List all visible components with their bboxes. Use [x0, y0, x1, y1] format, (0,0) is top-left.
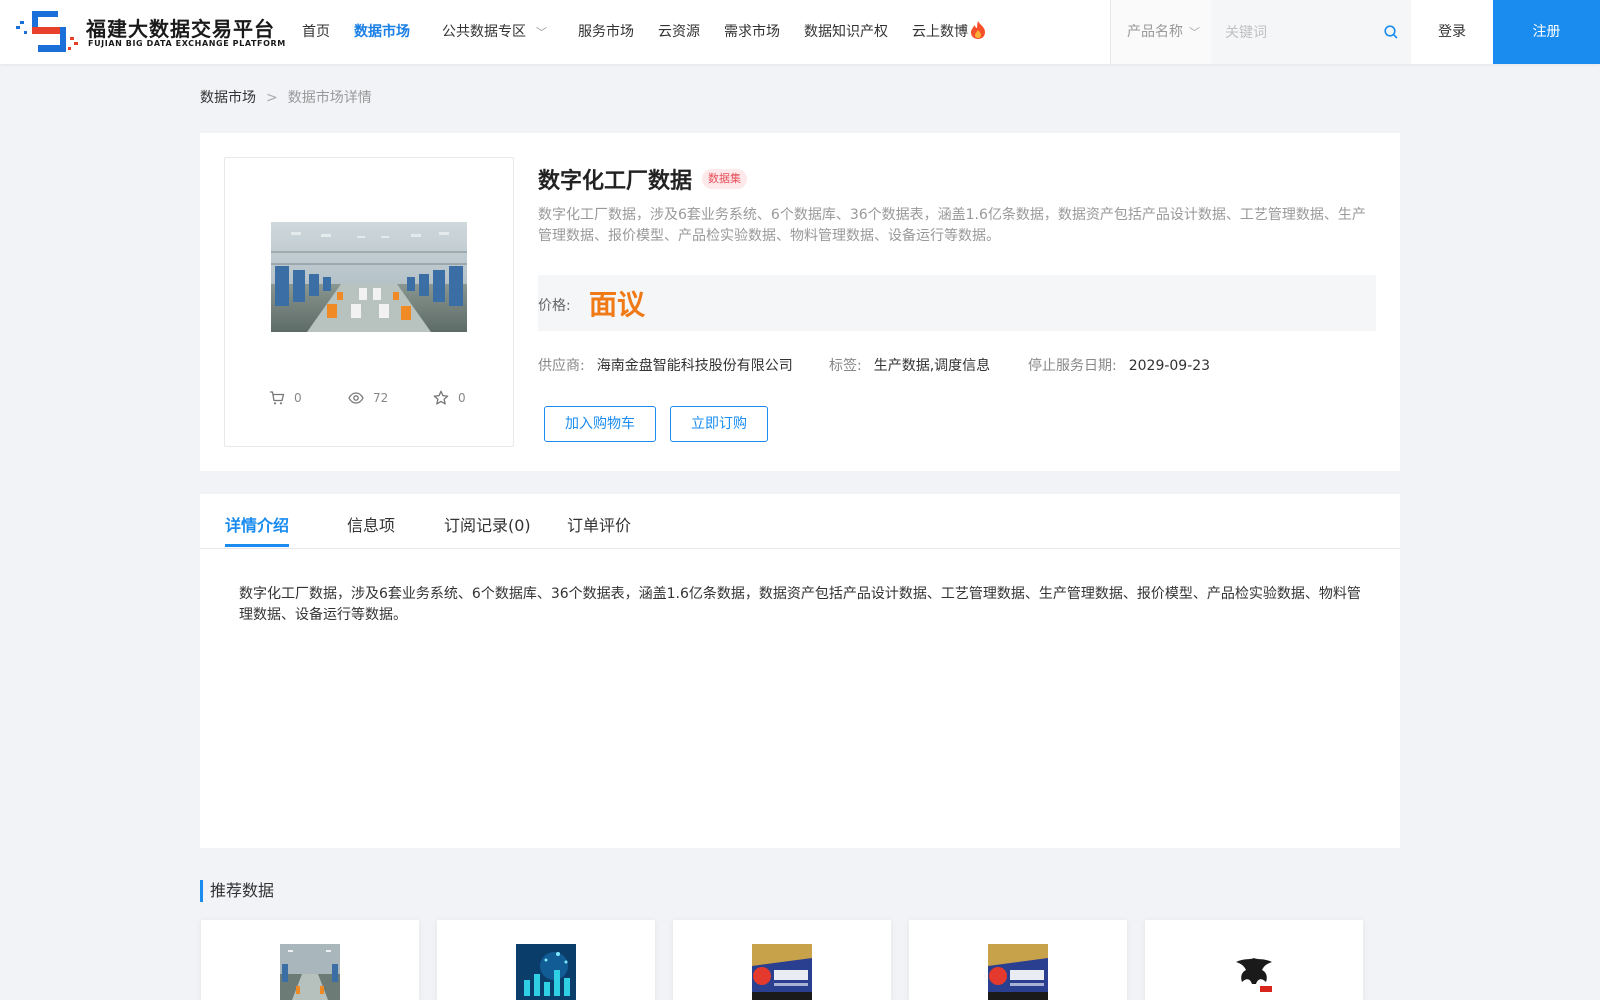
- end-date-value: 2029-09-23: [1128, 358, 1211, 374]
- breadcrumb-current: 数据市场详情: [287, 90, 372, 106]
- nav-service-market[interactable]: 服务市场: [578, 0, 634, 64]
- breadcrumb-data-market[interactable]: 数据市场: [200, 90, 256, 106]
- search-box: [1211, 0, 1411, 64]
- supplier-name: 海南金盘智能科技股份有限公司: [596, 358, 793, 374]
- tab-detail-intro[interactable]: 详情介绍: [225, 512, 289, 548]
- active-tab-indicator: [225, 544, 289, 547]
- dataset-badge: 数据集: [702, 169, 747, 189]
- tab-info-items[interactable]: 信息项: [347, 512, 395, 548]
- logo-title: 福建大数据交易平台: [86, 17, 275, 41]
- supplier-label: 供应商:: [538, 358, 585, 374]
- nav-cloud-resources-label: 云资源: [658, 24, 700, 40]
- site-logo[interactable]: 福建大数据交易平台 FUJIAN BIG DATA EXCHANGE PLATF…: [16, 9, 285, 55]
- tags-value: 生产数据,调度信息: [873, 358, 991, 374]
- nav-data-ip[interactable]: 数据知识产权: [804, 0, 888, 64]
- recommend-title: 推荐数据: [200, 880, 274, 902]
- tab-subscription-records[interactable]: 订阅记录(0): [444, 512, 531, 548]
- search-icon[interactable]: [1383, 24, 1399, 40]
- tags-label: 标签:: [829, 358, 862, 374]
- end-date-label: 停止服务日期:: [1028, 358, 1117, 374]
- product-card: 0 72 0 数字化工厂数据 数据集 数字化工厂数据，涉及6套业务系统、6个数据…: [200, 133, 1400, 471]
- favorite-count: 0: [458, 391, 466, 405]
- nav-home-label: 首页: [302, 24, 330, 40]
- eagle-logo-thumbnail: [1224, 944, 1284, 1000]
- register-button[interactable]: 注册: [1493, 0, 1600, 64]
- logo-mark-icon: [16, 11, 78, 52]
- nav-cloud-expo[interactable]: 云上数博: [912, 0, 985, 64]
- tags-info: 标签: 生产数据,调度信息: [829, 355, 990, 375]
- nav-cloud-resources[interactable]: 云资源: [658, 0, 700, 64]
- nav-public-data[interactable]: 公共数据专区 ﹀: [442, 0, 547, 64]
- search-category-select[interactable]: 产品名称 ﹀: [1111, 0, 1211, 64]
- product-title: 数字化工厂数据: [538, 169, 693, 194]
- price-value: 面议: [589, 288, 646, 321]
- recommend-card[interactable]: [437, 920, 655, 1000]
- view-count: 72: [373, 391, 389, 405]
- supplier-info: 供应商: 海南金盘智能科技股份有限公司: [538, 355, 793, 375]
- eye-icon: [348, 392, 364, 404]
- jinpan-logo-thumbnail: [988, 944, 1048, 1000]
- jinpan-logo-thumbnail: [752, 944, 812, 1000]
- price-bar: 价格: 面议: [538, 275, 1376, 331]
- product-image-panel: 0 72 0: [224, 157, 514, 447]
- nav-data-ip-label: 数据知识产权: [804, 24, 888, 40]
- recommend-card[interactable]: [201, 920, 419, 1000]
- nav-public-data-label: 公共数据专区: [442, 24, 526, 40]
- login-button[interactable]: 登录: [1411, 0, 1493, 64]
- recommend-card[interactable]: [673, 920, 891, 1000]
- tab-order-reviews[interactable]: 订单评价: [567, 512, 631, 548]
- product-description: 数字化工厂数据，涉及6套业务系统、6个数据库、36个数据表，涵盖1.6亿条数据，…: [538, 207, 1366, 244]
- price-label: 价格:: [538, 298, 571, 314]
- factory-thumbnail: [280, 944, 340, 1000]
- chevron-down-icon: ﹀: [1189, 26, 1200, 39]
- cart-icon: [270, 391, 285, 405]
- add-to-cart-button[interactable]: 加入购物车: [544, 406, 656, 442]
- chevron-down-icon: ﹀: [536, 26, 547, 39]
- cart-count: 0: [294, 391, 302, 405]
- search-input[interactable]: [1225, 20, 1375, 44]
- nav-home[interactable]: 首页: [302, 0, 330, 64]
- detail-content: 数字化工厂数据，涉及6套业务系统、6个数据库、36个数据表，涵盖1.6亿条数据，…: [239, 586, 1361, 623]
- fire-icon: [971, 21, 985, 39]
- top-header: 福建大数据交易平台 FUJIAN BIG DATA EXCHANGE PLATF…: [0, 0, 1600, 64]
- recommend-card[interactable]: [909, 920, 1127, 1000]
- digital-tech-thumbnail: [516, 944, 576, 1000]
- nav-service-market-label: 服务市场: [578, 24, 634, 40]
- logo-subtitle: FUJIAN BIG DATA EXCHANGE PLATFORM: [88, 39, 286, 48]
- star-icon: [433, 390, 449, 405]
- tab-divider: [200, 548, 1400, 549]
- nav-cloud-expo-label: 云上数博: [912, 24, 968, 40]
- nav-demand-market-label: 需求市场: [724, 24, 780, 40]
- nav-demand-market[interactable]: 需求市场: [724, 0, 780, 64]
- breadcrumb-separator: >: [266, 90, 278, 106]
- recommend-card[interactable]: [1145, 920, 1363, 1000]
- nav-data-market[interactable]: 数据市场: [354, 0, 410, 64]
- product-image: [271, 222, 467, 332]
- search-category-label: 产品名称: [1127, 24, 1183, 40]
- subscribe-now-button[interactable]: 立即订购: [670, 406, 768, 442]
- end-date-info: 停止服务日期: 2029-09-23: [1028, 355, 1210, 375]
- nav-data-market-label: 数据市场: [354, 24, 410, 40]
- breadcrumb: 数据市场 > 数据市场详情: [200, 87, 372, 107]
- detail-section: 详情介绍 信息项 订阅记录(0) 订单评价 数字化工厂数据，涉及6套业务系统、6…: [200, 494, 1400, 848]
